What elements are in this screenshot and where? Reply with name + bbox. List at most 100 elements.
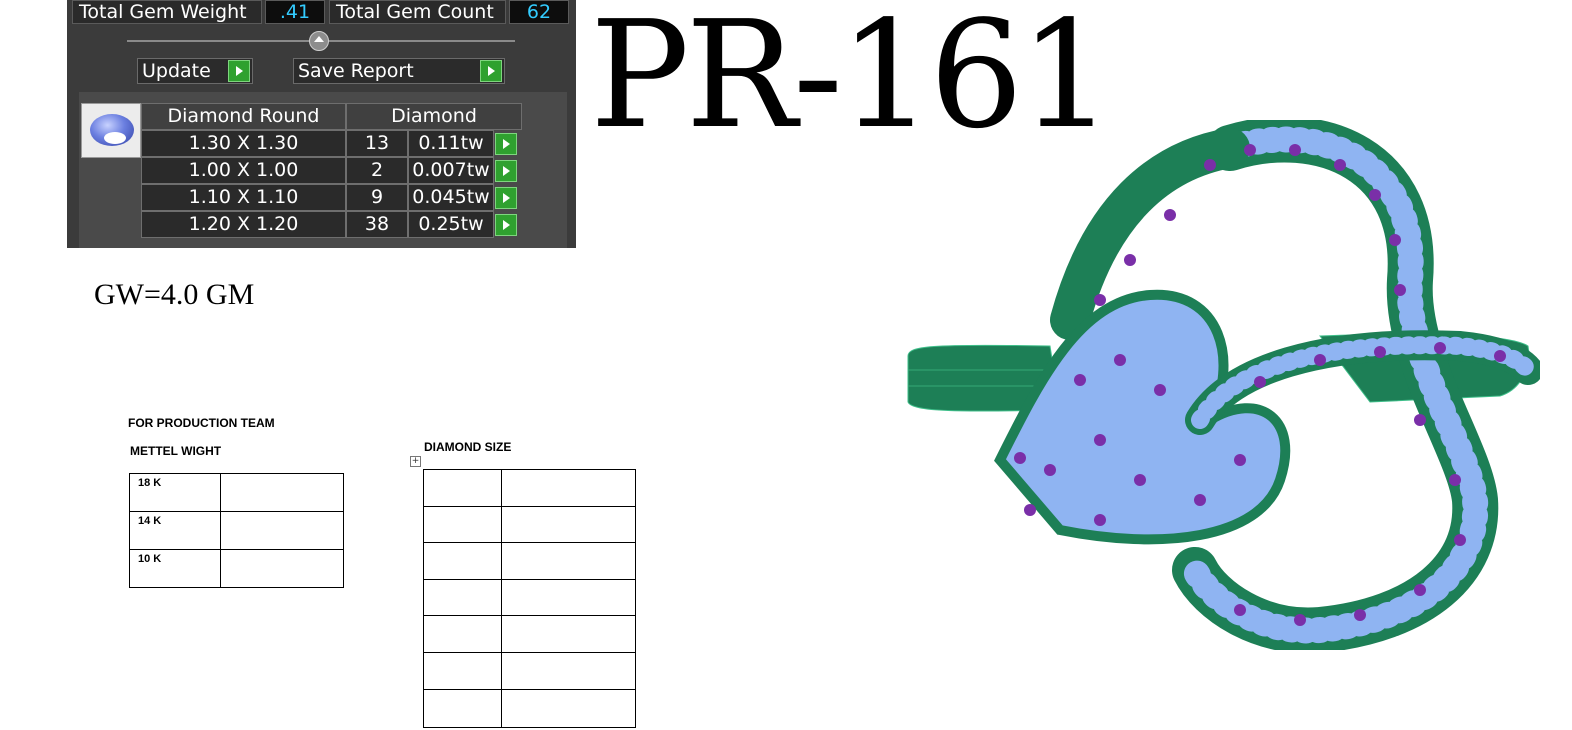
table-cell[interactable] bbox=[423, 615, 502, 653]
accent-stone bbox=[1494, 350, 1506, 362]
ring-inner-heart bbox=[994, 289, 1291, 545]
table-row: 14 K bbox=[129, 511, 344, 550]
accent-stone bbox=[1294, 614, 1306, 626]
table-cell[interactable] bbox=[423, 579, 502, 616]
accent-stone bbox=[1389, 234, 1401, 246]
ring-render bbox=[907, 120, 1540, 650]
table-cell[interactable] bbox=[423, 469, 502, 507]
table-row bbox=[423, 469, 636, 507]
table-row bbox=[423, 652, 636, 690]
gem-count: 13 bbox=[346, 130, 408, 157]
gem-count: 9 bbox=[346, 184, 408, 211]
accent-stone bbox=[1154, 384, 1166, 396]
table-row bbox=[423, 506, 636, 543]
total-gem-count-label: Total Gem Count bbox=[329, 0, 506, 24]
metal-weight-table: 18 K 14 K 10 K bbox=[129, 473, 344, 588]
play-arrow-icon[interactable] bbox=[495, 133, 517, 155]
table-cell[interactable] bbox=[501, 652, 636, 690]
accent-stone bbox=[1254, 376, 1266, 388]
accent-stone bbox=[1394, 284, 1406, 296]
table-cell[interactable] bbox=[423, 506, 502, 543]
accent-stone bbox=[1094, 514, 1106, 526]
table-cell[interactable] bbox=[501, 506, 636, 543]
shape-header: Diamond Round bbox=[141, 103, 346, 130]
accent-stone bbox=[1289, 144, 1301, 156]
accent-stone bbox=[1354, 609, 1366, 621]
table-cell[interactable] bbox=[423, 652, 502, 690]
gem-size: 1.10 X 1.10 bbox=[141, 184, 346, 211]
play-arrow-icon[interactable] bbox=[495, 187, 517, 209]
play-arrow-icon[interactable] bbox=[495, 160, 517, 182]
round-gem-icon bbox=[90, 114, 134, 146]
gem-weight: 0.11tw bbox=[408, 130, 494, 157]
accent-stone bbox=[1234, 454, 1246, 466]
total-gem-count-value: 62 bbox=[509, 0, 569, 24]
metal-weight-heading: METTEL WIGHT bbox=[130, 444, 222, 458]
accent-stone bbox=[1334, 159, 1346, 171]
table-row: 10 K bbox=[129, 549, 344, 588]
gem-weight: 0.25tw bbox=[408, 211, 494, 238]
table-row bbox=[423, 689, 636, 728]
metal-weight-cell[interactable] bbox=[220, 549, 344, 588]
accent-stone bbox=[1094, 434, 1106, 446]
production-title: FOR PRODUCTION TEAM bbox=[128, 416, 275, 430]
accent-stone bbox=[1234, 604, 1246, 616]
metal-weight-cell[interactable] bbox=[220, 473, 344, 512]
table-cell[interactable] bbox=[423, 542, 502, 580]
gem-weight: 0.045tw bbox=[408, 184, 494, 211]
play-arrow-icon[interactable] bbox=[480, 60, 502, 82]
table-cell[interactable] bbox=[501, 542, 636, 580]
accent-stone bbox=[1369, 189, 1381, 201]
gem-size: 1.30 X 1.30 bbox=[141, 130, 346, 157]
update-button[interactable]: Update bbox=[137, 58, 253, 84]
accent-stone bbox=[1074, 374, 1086, 386]
play-arrow-icon[interactable] bbox=[495, 214, 517, 236]
metal-karat: 10 K bbox=[129, 549, 221, 588]
table-move-handle-icon[interactable]: + bbox=[410, 456, 421, 467]
table-cell[interactable] bbox=[423, 689, 502, 728]
accent-stone bbox=[1374, 346, 1386, 358]
save-report-button[interactable]: Save Report bbox=[293, 58, 505, 84]
gem-size: 1.00 X 1.00 bbox=[141, 157, 346, 184]
gem-report-panel: Total Gem Weight .41 Total Gem Count 62 … bbox=[67, 0, 576, 248]
play-arrow-icon[interactable] bbox=[228, 60, 250, 82]
accent-stone bbox=[1449, 474, 1461, 486]
table-cell[interactable] bbox=[501, 689, 636, 728]
total-gem-weight-label: Total Gem Weight bbox=[72, 0, 262, 24]
accent-stone bbox=[1024, 504, 1036, 516]
save-report-button-label: Save Report bbox=[298, 60, 414, 82]
accent-stone bbox=[1314, 354, 1326, 366]
gross-weight-note: GW=4.0 GM bbox=[94, 278, 255, 311]
diamond-size-heading: DIAMOND SIZE bbox=[424, 440, 512, 454]
table-cell[interactable] bbox=[501, 615, 636, 653]
accent-stone bbox=[1454, 534, 1466, 546]
accent-stone bbox=[1124, 254, 1136, 266]
accent-stone bbox=[1094, 294, 1106, 306]
metal-karat: 18 K bbox=[129, 473, 221, 512]
accent-stone bbox=[1134, 474, 1146, 486]
type-header: Diamond bbox=[346, 103, 522, 130]
accent-stone bbox=[1244, 144, 1256, 156]
table-cell[interactable] bbox=[501, 469, 636, 507]
table-row bbox=[423, 615, 636, 653]
gem-weight: 0.007tw bbox=[408, 157, 494, 184]
accent-stone bbox=[1414, 584, 1426, 596]
gem-count: 38 bbox=[346, 211, 408, 238]
accent-stone bbox=[1164, 209, 1176, 221]
accent-stone bbox=[1014, 452, 1026, 464]
round-gem-thumbnail[interactable] bbox=[81, 103, 141, 158]
table-row: 18 K bbox=[129, 473, 344, 512]
accent-stone bbox=[1414, 414, 1426, 426]
slider-thumb[interactable] bbox=[309, 31, 329, 51]
metal-weight-cell[interactable] bbox=[220, 511, 344, 550]
accent-stone bbox=[1044, 464, 1056, 476]
table-cell[interactable] bbox=[501, 579, 636, 616]
table-row bbox=[423, 579, 636, 616]
table-row bbox=[423, 542, 636, 580]
accent-stone bbox=[1114, 354, 1126, 366]
total-gem-weight-value: .41 bbox=[265, 0, 325, 24]
gem-count: 2 bbox=[346, 157, 408, 184]
accent-stone bbox=[1434, 342, 1446, 354]
accent-stone bbox=[1194, 494, 1206, 506]
gem-size: 1.20 X 1.20 bbox=[141, 211, 346, 238]
